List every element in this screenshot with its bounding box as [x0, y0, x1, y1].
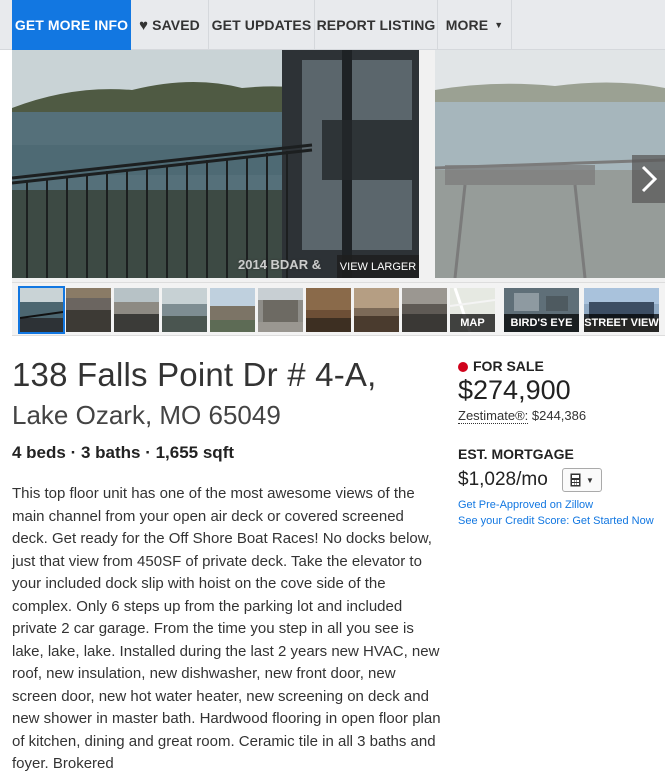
birds-eye-label: BIRD'S EYE — [504, 314, 579, 332]
mortgage-calculator-button[interactable]: ▼ — [562, 468, 602, 492]
more-label: MORE — [445, 17, 489, 33]
more-menu-button[interactable]: MORE ▼ — [438, 0, 512, 50]
photo-carousel: 2014 BDAR & VIEW LARGER — [12, 50, 665, 282]
saved-button[interactable]: ♥ SAVED — [131, 0, 209, 50]
photo-watermark: 2014 BDAR & — [238, 257, 322, 272]
chevron-right-icon — [641, 165, 657, 193]
photo-thumbnail[interactable] — [402, 288, 447, 332]
listing-action-bar: GET MORE INFO ♥ SAVED GET UPDATES REPORT… — [0, 0, 665, 50]
address-street: 138 Falls Point Dr # 4-A, — [12, 356, 377, 393]
caret-down-icon: ▼ — [494, 20, 504, 30]
photo-thumbnail[interactable] — [18, 286, 65, 334]
photo-thumbnail[interactable] — [210, 288, 255, 332]
zestimate-label[interactable]: Zestimate®: — [458, 408, 529, 424]
street-view-thumbnail[interactable]: STREET VIEW — [584, 288, 659, 332]
listing-price: $274,900 — [458, 375, 571, 405]
credit-score-link[interactable]: See your Credit Score: Get Started Now — [458, 515, 654, 527]
address-city-state: Lake Ozark, MO 65049 — [12, 400, 281, 430]
photo-thumbnail[interactable] — [162, 288, 207, 332]
zestimate: Zestimate®: $244,386 — [458, 408, 587, 424]
photo-thumbnail[interactable] — [354, 288, 399, 332]
get-updates-button[interactable]: GET UPDATES — [209, 0, 315, 50]
report-listing-button[interactable]: REPORT LISTING — [315, 0, 438, 50]
est-mortgage-label: EST. MORTGAGE — [458, 446, 574, 462]
view-larger-button[interactable]: VIEW LARGER — [337, 255, 419, 278]
caret-down-icon: ▼ — [586, 475, 594, 485]
birds-eye-thumbnail[interactable]: BIRD'S EYE — [504, 288, 579, 332]
listing-description: This top floor unit has one of the most … — [12, 485, 441, 772]
photo-thumbnail[interactable] — [66, 288, 111, 332]
photo-thumbnail[interactable] — [258, 288, 303, 332]
bed-bath-sqft: 4 beds · 3 baths · 1,655 sqft — [12, 443, 235, 462]
status-dot-icon — [458, 362, 468, 372]
street-view-label: STREET VIEW — [584, 314, 659, 332]
zestimate-value: $244,386 — [531, 408, 587, 423]
main-photo[interactable]: 2014 BDAR & VIEW LARGER — [12, 50, 419, 278]
get-preapproved-link[interactable]: Get Pre-Approved on Zillow — [458, 499, 593, 511]
map-label: MAP — [450, 314, 495, 332]
status-badge: FOR SALE — [473, 358, 544, 374]
next-photo-button[interactable] — [632, 155, 665, 203]
saved-label: SAVED — [152, 17, 200, 33]
map-thumbnail[interactable]: MAP — [450, 288, 495, 332]
photo-thumbnail[interactable] — [306, 288, 351, 332]
photo-thumbnail-strip: MAP BIRD'S EYE STREET VIEW — [12, 282, 665, 336]
calculator-icon — [570, 473, 581, 487]
next-photo-preview[interactable] — [435, 50, 665, 278]
photo-thumbnail[interactable] — [114, 288, 159, 332]
heart-icon: ♥ — [139, 16, 149, 34]
get-more-info-button[interactable]: GET MORE INFO — [12, 0, 131, 50]
mortgage-value: $1,028/mo — [458, 469, 548, 490]
